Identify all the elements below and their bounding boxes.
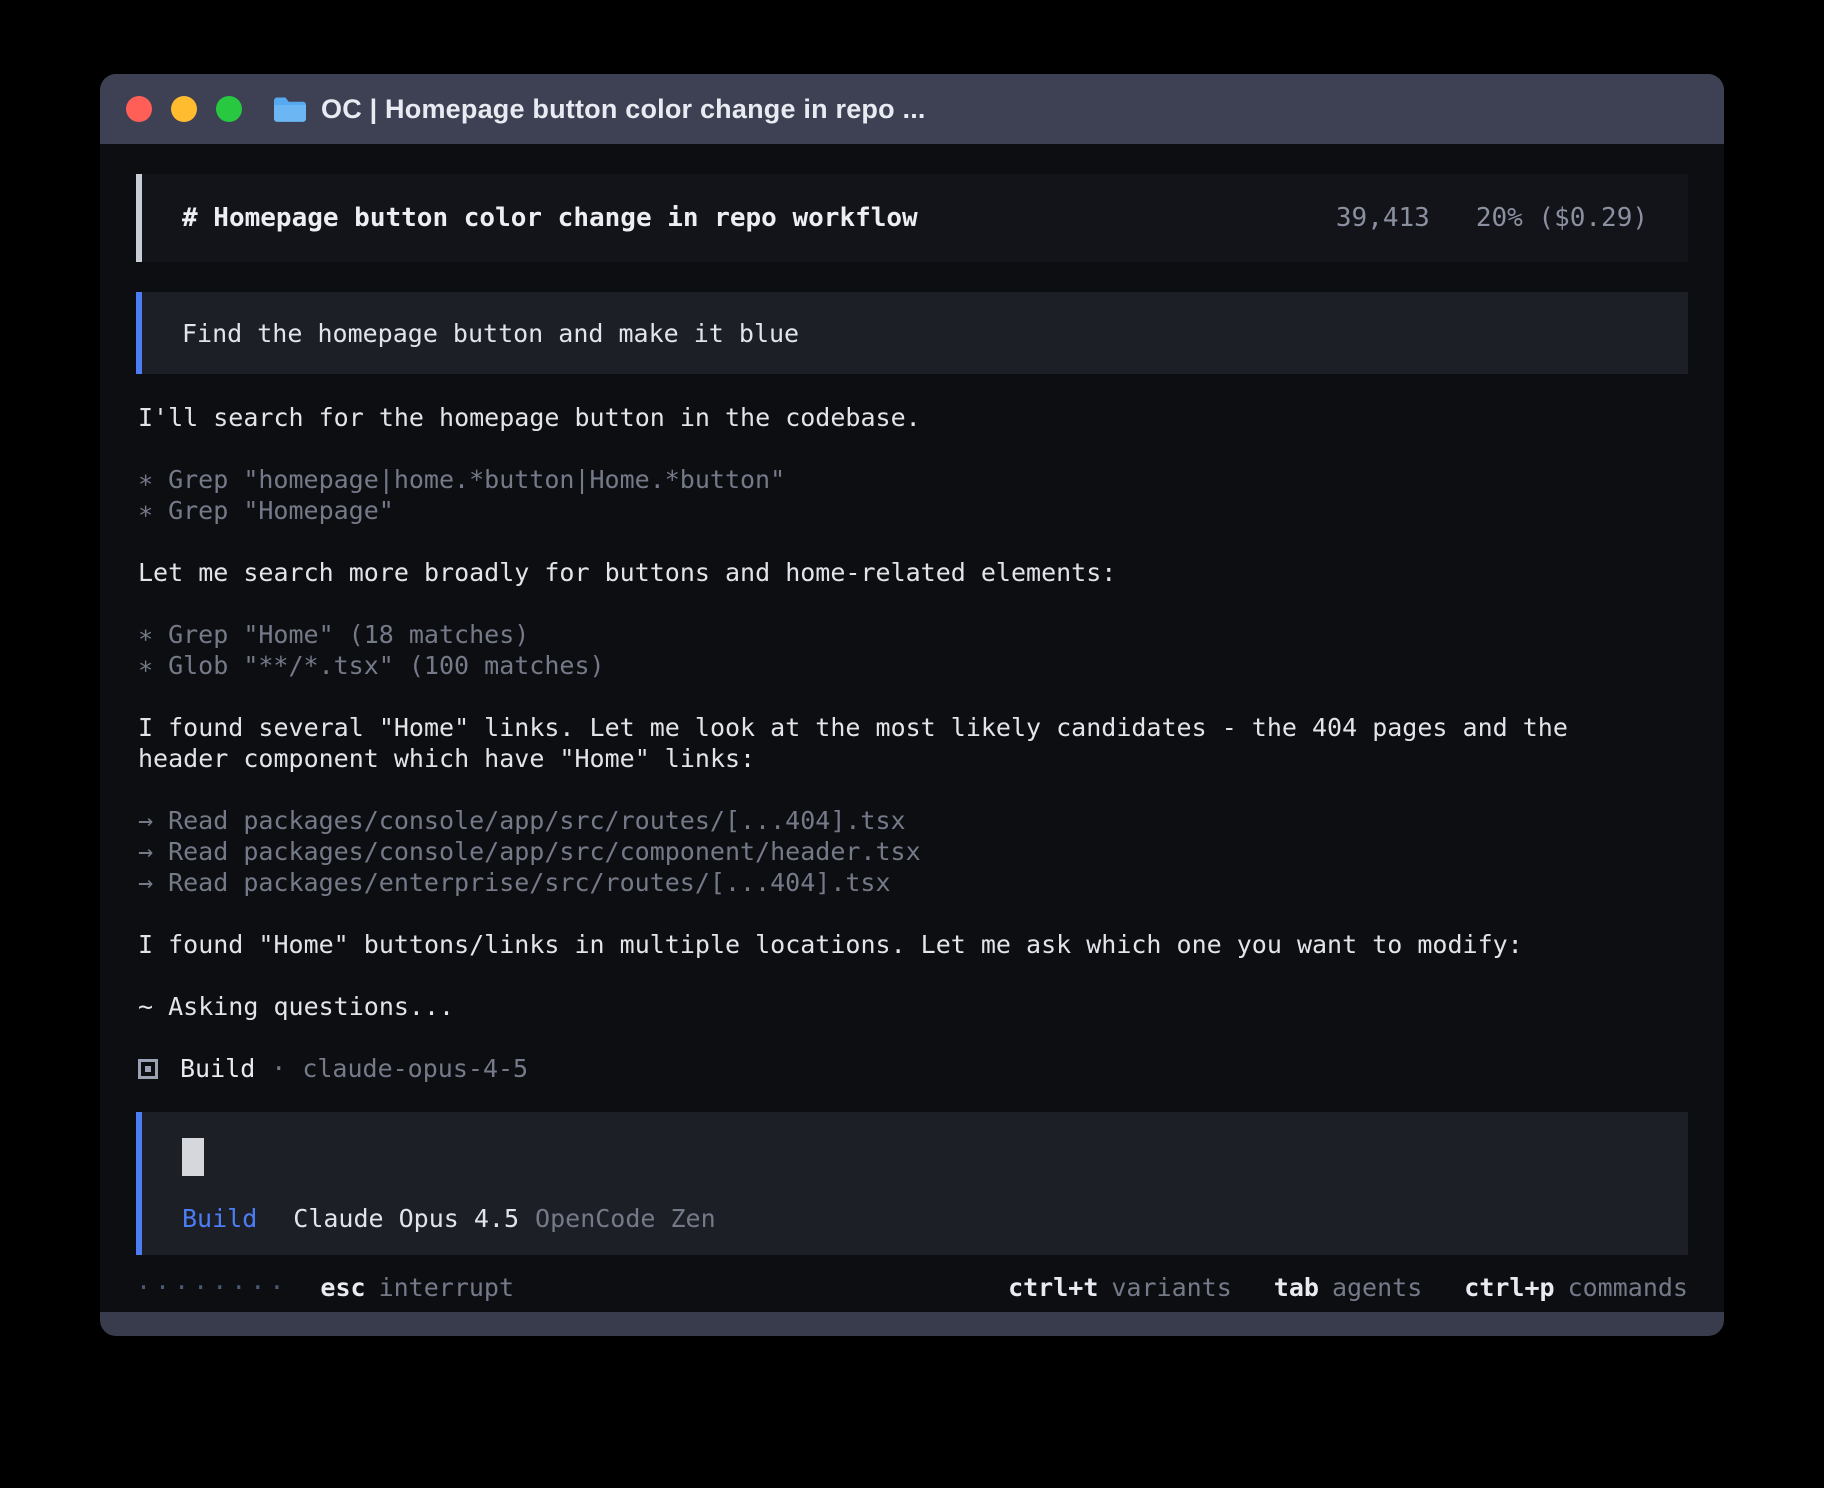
grep-marker-icon: ∗ — [138, 495, 153, 526]
minimize-button[interactable] — [171, 96, 197, 122]
shortcut-key: ctrl+p — [1464, 1273, 1554, 1302]
tool-call-text: Grep "Homepage" — [168, 496, 394, 525]
session-title: # Homepage button color change in repo w… — [182, 203, 918, 233]
shortcut-label: agents — [1332, 1273, 1422, 1302]
window-controls — [126, 96, 242, 122]
agent-status-line: Build · claude-opus-4-5 — [138, 1053, 1686, 1084]
token-count: 39,413 — [1336, 203, 1430, 233]
esc-key-label: interrupt — [379, 1273, 514, 1302]
tool-call-text: Glob "**/*.tsx" (100 matches) — [168, 651, 605, 680]
activity-status: ~ Asking questions... — [138, 991, 1686, 1022]
shortcut-key: tab — [1274, 1273, 1319, 1302]
terminal-window: OC | Homepage button color change in rep… — [100, 74, 1724, 1336]
assistant-transcript: I'll search for the homepage button in t… — [136, 374, 1688, 1084]
assistant-message: Let me search more broadly for buttons a… — [138, 557, 1618, 588]
assistant-message: I found several "Home" links. Let me loo… — [138, 712, 1618, 774]
tool-call: → Read packages/console/app/src/component… — [138, 836, 1686, 867]
agent-status-icon — [138, 1059, 158, 1079]
read-arrow-icon: → — [138, 805, 153, 836]
grep-marker-icon: ∗ — [138, 464, 153, 495]
tool-call-group: ∗ Grep "Home" (18 matches) ∗ Glob "**/*.ts… — [138, 619, 1686, 681]
spinner-dots-icon: ········ — [136, 1273, 288, 1302]
shortcut-key: ctrl+t — [1008, 1273, 1098, 1302]
separator-dot: · — [271, 1053, 286, 1084]
tool-call-text: Read packages/console/app/src/component/… — [168, 837, 921, 866]
shortcut-hints: ctrl+t variants tab agents ctrl+p comman… — [966, 1273, 1688, 1302]
shortcut-variants: ctrl+t variants — [1008, 1273, 1232, 1302]
status-bar: ········ esc interrupt ctrl+t variants t… — [136, 1273, 1688, 1302]
session-stats: 39,413 20% ($0.29) — [1336, 203, 1648, 233]
tool-call-text: Read packages/console/app/src/routes/[..… — [168, 806, 906, 835]
text-cursor — [182, 1138, 204, 1176]
input-meta: Build Claude Opus 4.5 OpenCode Zen — [182, 1204, 1648, 1233]
session-view: # Homepage button color change in repo w… — [100, 144, 1724, 1302]
tool-call-group: ∗ Grep "homepage|home.*button|Home.*butto… — [138, 464, 1686, 526]
read-arrow-icon: → — [138, 867, 153, 898]
prompt-input[interactable]: Build Claude Opus 4.5 OpenCode Zen — [136, 1112, 1688, 1255]
tool-call-text: Grep "homepage|home.*button|Home.*button… — [168, 465, 785, 494]
tool-call: → Read packages/console/app/src/routes/[.… — [138, 805, 1686, 836]
session-header: # Homepage button color change in repo w… — [136, 174, 1688, 262]
tool-call: ∗ Grep "Homepage" — [138, 495, 1686, 526]
user-message-text: Find the homepage button and make it blu… — [182, 319, 799, 348]
tool-call: ∗ Grep "Home" (18 matches) — [138, 619, 1686, 650]
input-provider-label: OpenCode Zen — [535, 1204, 716, 1233]
agent-name: Build — [180, 1053, 255, 1084]
tool-call: ∗ Glob "**/*.tsx" (100 matches) — [138, 650, 1686, 681]
esc-key-hint: esc — [320, 1273, 365, 1302]
input-model-label: Claude Opus 4.5 — [293, 1204, 519, 1233]
glob-marker-icon: ∗ — [138, 650, 153, 681]
titlebar[interactable]: OC | Homepage button color change in rep… — [100, 74, 1724, 144]
assistant-message: I found "Home" buttons/links in multiple… — [138, 929, 1618, 960]
tool-call-text: Grep "Home" (18 matches) — [168, 620, 529, 649]
tool-call-group: → Read packages/console/app/src/routes/[.… — [138, 805, 1686, 898]
window-footer — [100, 1312, 1724, 1336]
grep-marker-icon: ∗ — [138, 619, 153, 650]
zoom-button[interactable] — [216, 96, 242, 122]
tool-call-text: Read packages/enterprise/src/routes/[...… — [168, 868, 890, 897]
context-cost: 20% ($0.29) — [1476, 203, 1648, 233]
input-mode-label: Build — [182, 1204, 257, 1233]
shortcut-commands: ctrl+p commands — [1464, 1273, 1688, 1302]
close-button[interactable] — [126, 96, 152, 122]
user-message: Find the homepage button and make it blu… — [136, 292, 1688, 374]
shortcut-label: commands — [1568, 1273, 1688, 1302]
tool-call: ∗ Grep "homepage|home.*button|Home.*butto… — [138, 464, 1686, 495]
agent-model: claude-opus-4-5 — [302, 1053, 528, 1084]
assistant-message: I'll search for the homepage button in t… — [138, 402, 1618, 433]
shortcut-label: variants — [1111, 1273, 1231, 1302]
folder-icon — [272, 95, 306, 123]
tool-call: → Read packages/enterprise/src/routes/[..… — [138, 867, 1686, 898]
shortcut-agents: tab agents — [1274, 1273, 1422, 1302]
read-arrow-icon: → — [138, 836, 153, 867]
window-title: OC | Homepage button color change in rep… — [321, 94, 926, 125]
